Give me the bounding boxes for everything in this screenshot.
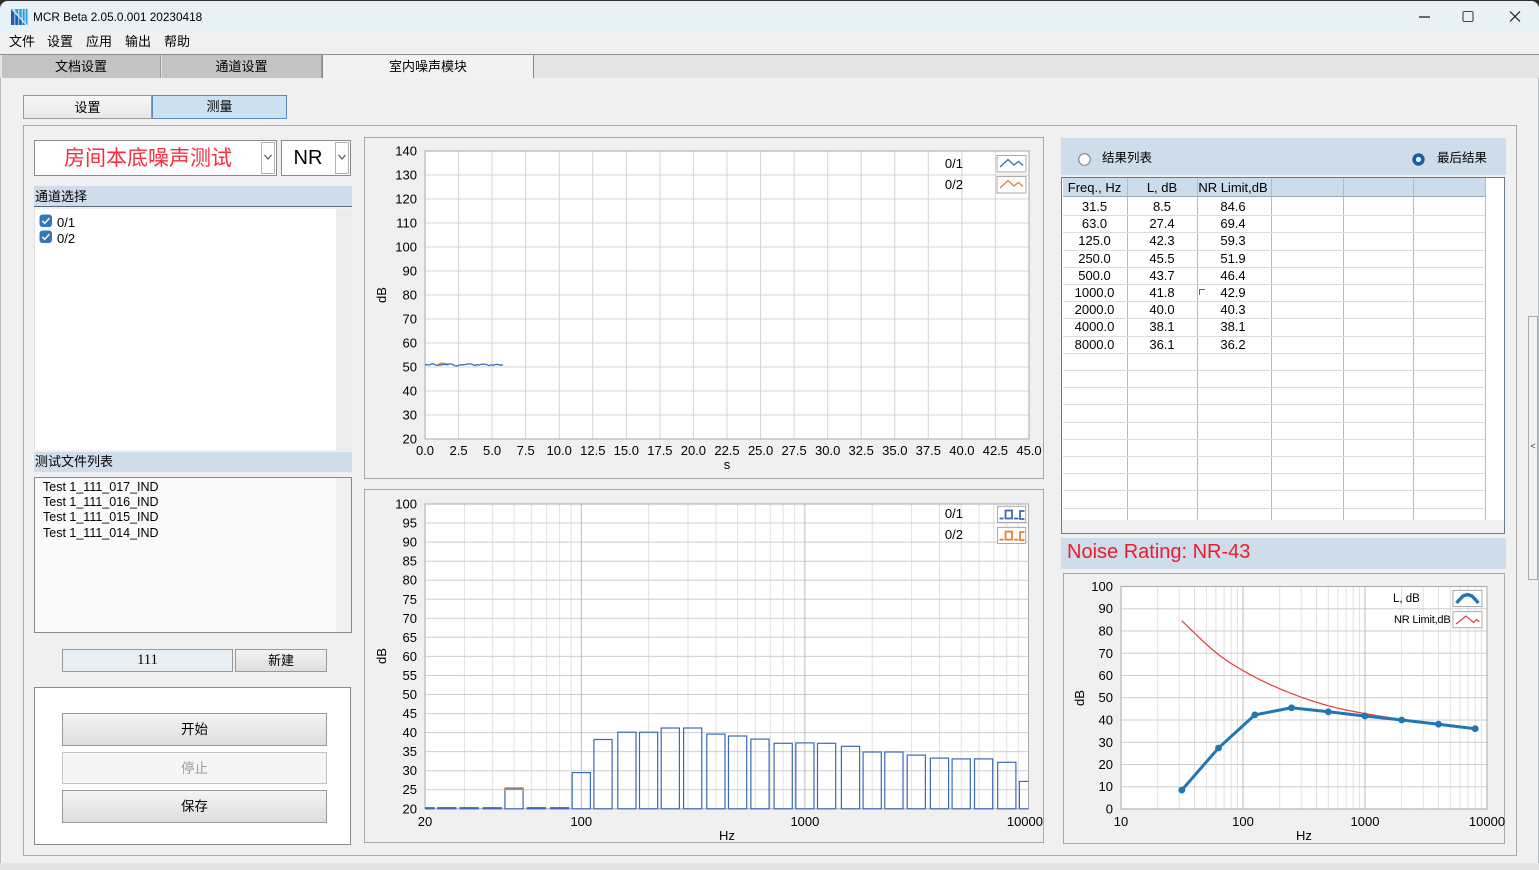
svg-text:50: 50 [403, 687, 417, 702]
svg-text:60: 60 [403, 336, 417, 351]
svg-text:42.5: 42.5 [983, 443, 1008, 458]
svg-text:30: 30 [1099, 735, 1113, 750]
svg-text:10: 10 [1114, 814, 1128, 829]
svg-text:80: 80 [403, 288, 417, 303]
svg-text:37.5: 37.5 [916, 443, 941, 458]
svg-text:10000: 10000 [1469, 814, 1505, 829]
svg-text:100: 100 [570, 814, 592, 829]
svg-text:35: 35 [403, 744, 417, 759]
svg-text:25.0: 25.0 [748, 443, 773, 458]
svg-text:75: 75 [403, 592, 417, 607]
svg-text:0/1: 0/1 [945, 506, 963, 521]
svg-text:22.5: 22.5 [714, 443, 739, 458]
svg-text:0/1: 0/1 [945, 156, 963, 171]
svg-text:20: 20 [403, 432, 417, 447]
svg-text:10: 10 [1099, 779, 1113, 794]
svg-text:45.0: 45.0 [1016, 443, 1041, 458]
svg-text:17.5: 17.5 [647, 443, 672, 458]
svg-text:20: 20 [1099, 757, 1113, 772]
svg-text:15.0: 15.0 [614, 443, 639, 458]
svg-text:2.5: 2.5 [450, 443, 468, 458]
svg-text:dB: dB [374, 648, 389, 664]
svg-text:100: 100 [1232, 814, 1254, 829]
svg-text:20.0: 20.0 [681, 443, 706, 458]
svg-text:65: 65 [403, 630, 417, 645]
svg-text:5.0: 5.0 [483, 443, 501, 458]
svg-text:35.0: 35.0 [882, 443, 907, 458]
svg-text:Hz: Hz [719, 828, 735, 843]
svg-text:90: 90 [1099, 601, 1113, 616]
svg-text:10000: 10000 [1007, 814, 1043, 829]
svg-text:dB: dB [1072, 690, 1087, 706]
svg-text:40: 40 [403, 384, 417, 399]
svg-text:70: 70 [1099, 646, 1113, 661]
svg-text:40.0: 40.0 [949, 443, 974, 458]
svg-text:7.5: 7.5 [517, 443, 535, 458]
svg-text:dB: dB [374, 287, 389, 303]
svg-text:80: 80 [1099, 624, 1113, 639]
svg-text:30: 30 [403, 408, 417, 423]
svg-text:27.5: 27.5 [781, 443, 806, 458]
svg-text:NR Limit,dB: NR Limit,dB [1394, 614, 1450, 626]
svg-text:20: 20 [418, 814, 432, 829]
svg-text:Hz: Hz [1296, 828, 1312, 843]
svg-text:s: s [724, 457, 731, 472]
svg-text:100: 100 [395, 497, 417, 512]
svg-text:90: 90 [403, 264, 417, 279]
svg-text:50: 50 [1099, 690, 1113, 705]
svg-text:50: 50 [403, 360, 417, 375]
svg-text:10.0: 10.0 [547, 443, 572, 458]
svg-text:70: 70 [403, 611, 417, 626]
svg-text:90: 90 [403, 535, 417, 550]
svg-text:0.0: 0.0 [416, 443, 434, 458]
svg-text:0/2: 0/2 [945, 527, 963, 542]
svg-text:32.5: 32.5 [849, 443, 874, 458]
svg-text:80: 80 [403, 573, 417, 588]
svg-text:85: 85 [403, 554, 417, 569]
svg-text:100: 100 [1091, 579, 1113, 594]
svg-text:100: 100 [395, 240, 417, 255]
svg-text:70: 70 [403, 312, 417, 327]
svg-text:0/2: 0/2 [945, 177, 963, 192]
svg-text:20: 20 [403, 801, 417, 816]
svg-text:30: 30 [403, 763, 417, 778]
svg-text:45: 45 [403, 706, 417, 721]
svg-text:40: 40 [1099, 713, 1113, 728]
svg-text:L, dB: L, dB [1393, 593, 1420, 605]
svg-text:40: 40 [403, 725, 417, 740]
svg-text:95: 95 [403, 516, 417, 531]
svg-text:0: 0 [1106, 802, 1113, 817]
svg-text:12.5: 12.5 [580, 443, 605, 458]
svg-text:110: 110 [396, 216, 417, 231]
svg-text:60: 60 [403, 649, 417, 664]
svg-text:55: 55 [403, 668, 417, 683]
svg-text:60: 60 [1099, 668, 1113, 683]
svg-text:25: 25 [403, 782, 417, 797]
svg-text:140: 140 [395, 144, 417, 159]
svg-text:1000: 1000 [790, 814, 819, 829]
svg-text:30.0: 30.0 [815, 443, 840, 458]
svg-text:1000: 1000 [1351, 814, 1380, 829]
svg-text:120: 120 [395, 192, 417, 207]
svg-text:130: 130 [395, 168, 417, 183]
